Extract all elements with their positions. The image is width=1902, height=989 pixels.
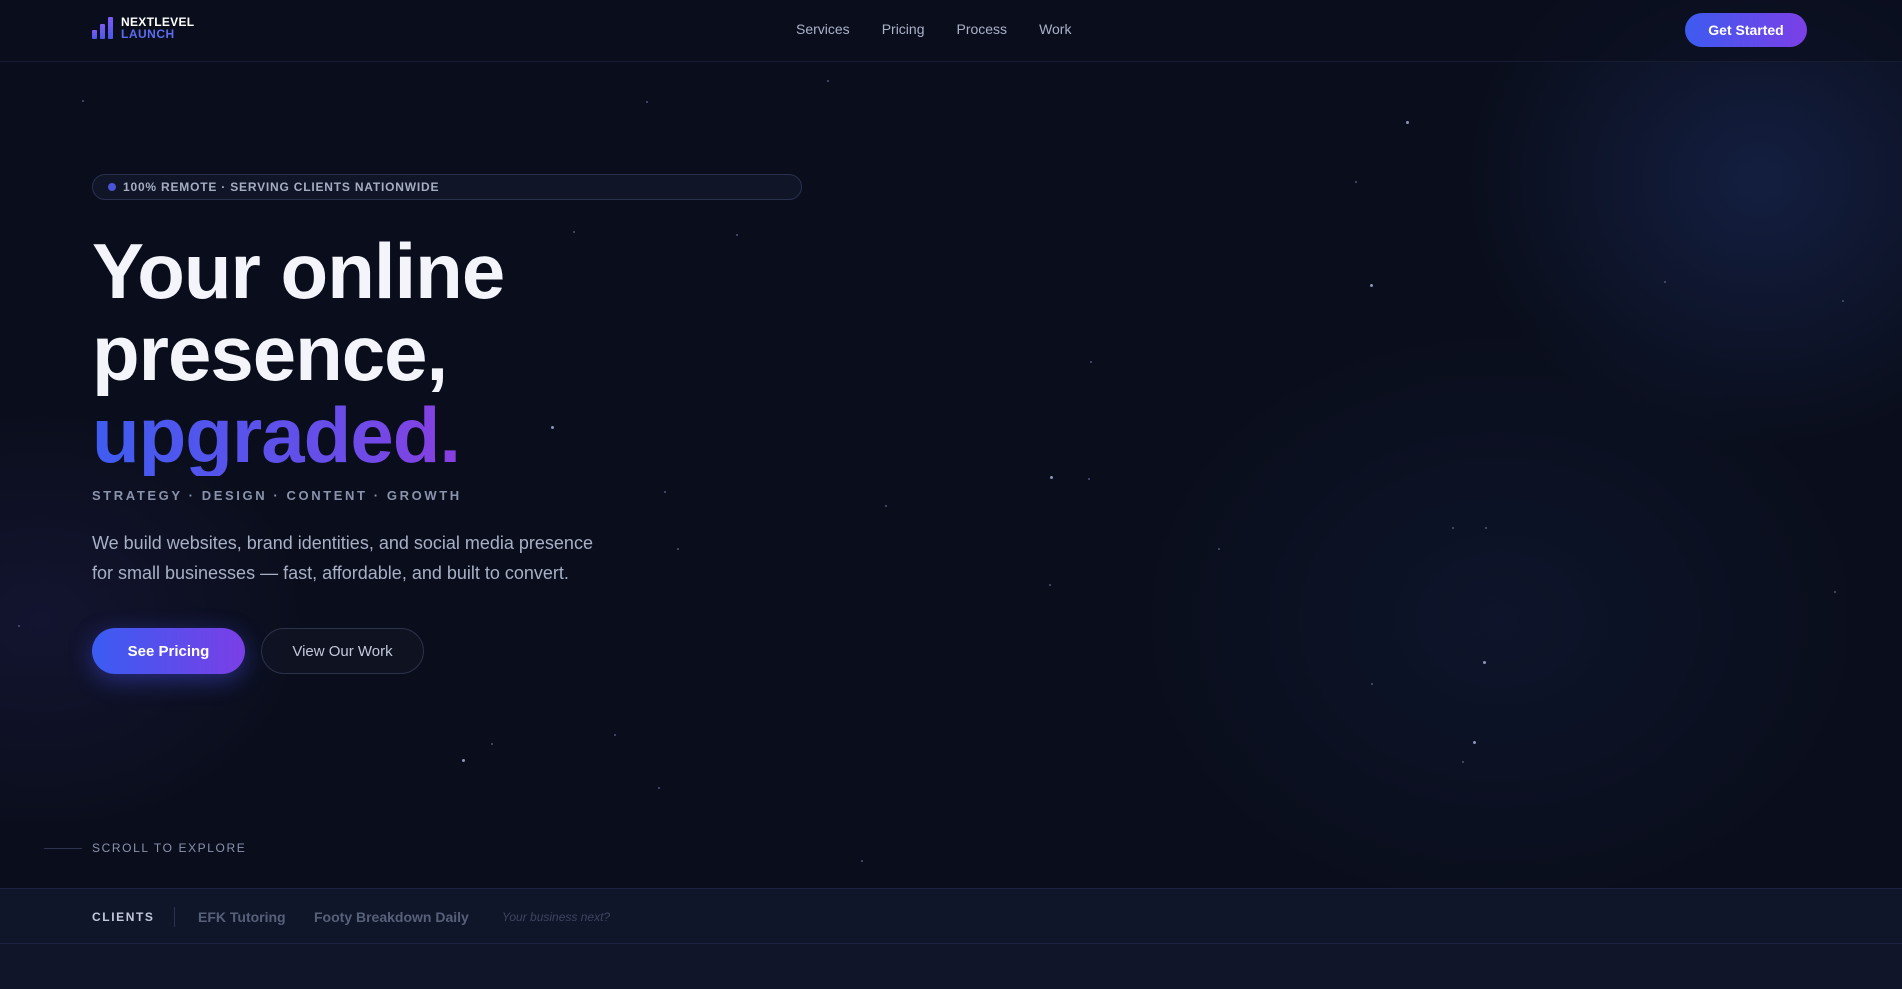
client-efk-tutoring: EFK Tutoring [198, 909, 286, 925]
see-pricing-button[interactable]: See Pricing [92, 628, 245, 674]
hero-headline: Your online presence, upgraded. [92, 227, 505, 479]
top-navbar: NEXTLEVEL LAUNCH Services Pricing Proces… [0, 0, 1902, 62]
view-our-work-button[interactable]: View Our Work [261, 628, 424, 674]
status-dot-icon [108, 183, 116, 191]
clients-strip: CLIENTS EFK Tutoring Footy Breakdown Dai… [0, 888, 1902, 944]
nav-link-work[interactable]: Work [1039, 21, 1071, 37]
hero-tagline: STRATEGY · DESIGN · CONTENT · GROWTH [92, 488, 462, 503]
brand-sub: LAUNCH [121, 27, 175, 41]
brand-logo[interactable]: NEXTLEVEL LAUNCH [92, 16, 194, 40]
headline-accent: upgraded. [92, 391, 461, 479]
nav-link-services[interactable]: Services [796, 21, 850, 37]
next-section [0, 944, 1902, 989]
scroll-hint-text: SCROLL TO EXPLORE [92, 841, 247, 855]
remote-badge: 100% REMOTE · SERVING CLIENTS NATIONWIDE [92, 174, 802, 200]
nav-link-pricing[interactable]: Pricing [882, 21, 925, 37]
brand-wordmark: NEXTLEVEL LAUNCH [121, 16, 194, 40]
bar-chart-icon [92, 17, 113, 39]
nav-link-process[interactable]: Process [956, 21, 1007, 37]
headline-line-2: presence, [92, 309, 448, 397]
client-footy-breakdown-daily: Footy Breakdown Daily [314, 909, 469, 925]
get-started-button[interactable]: Get Started [1685, 13, 1807, 47]
client-next-placeholder: Your business next? [502, 910, 611, 924]
headline-line-1: Your online [92, 227, 505, 315]
main-nav: Services Pricing Process Work [796, 21, 1071, 37]
clients-label: CLIENTS [92, 910, 155, 924]
hero-description: We build websites, brand identities, and… [92, 533, 593, 583]
scroll-hint[interactable]: SCROLL TO EXPLORE [44, 841, 246, 855]
scroll-line [44, 847, 82, 849]
clients-divider [174, 907, 175, 927]
badge-text: 100% REMOTE · SERVING CLIENTS NATIONWIDE [123, 180, 440, 194]
